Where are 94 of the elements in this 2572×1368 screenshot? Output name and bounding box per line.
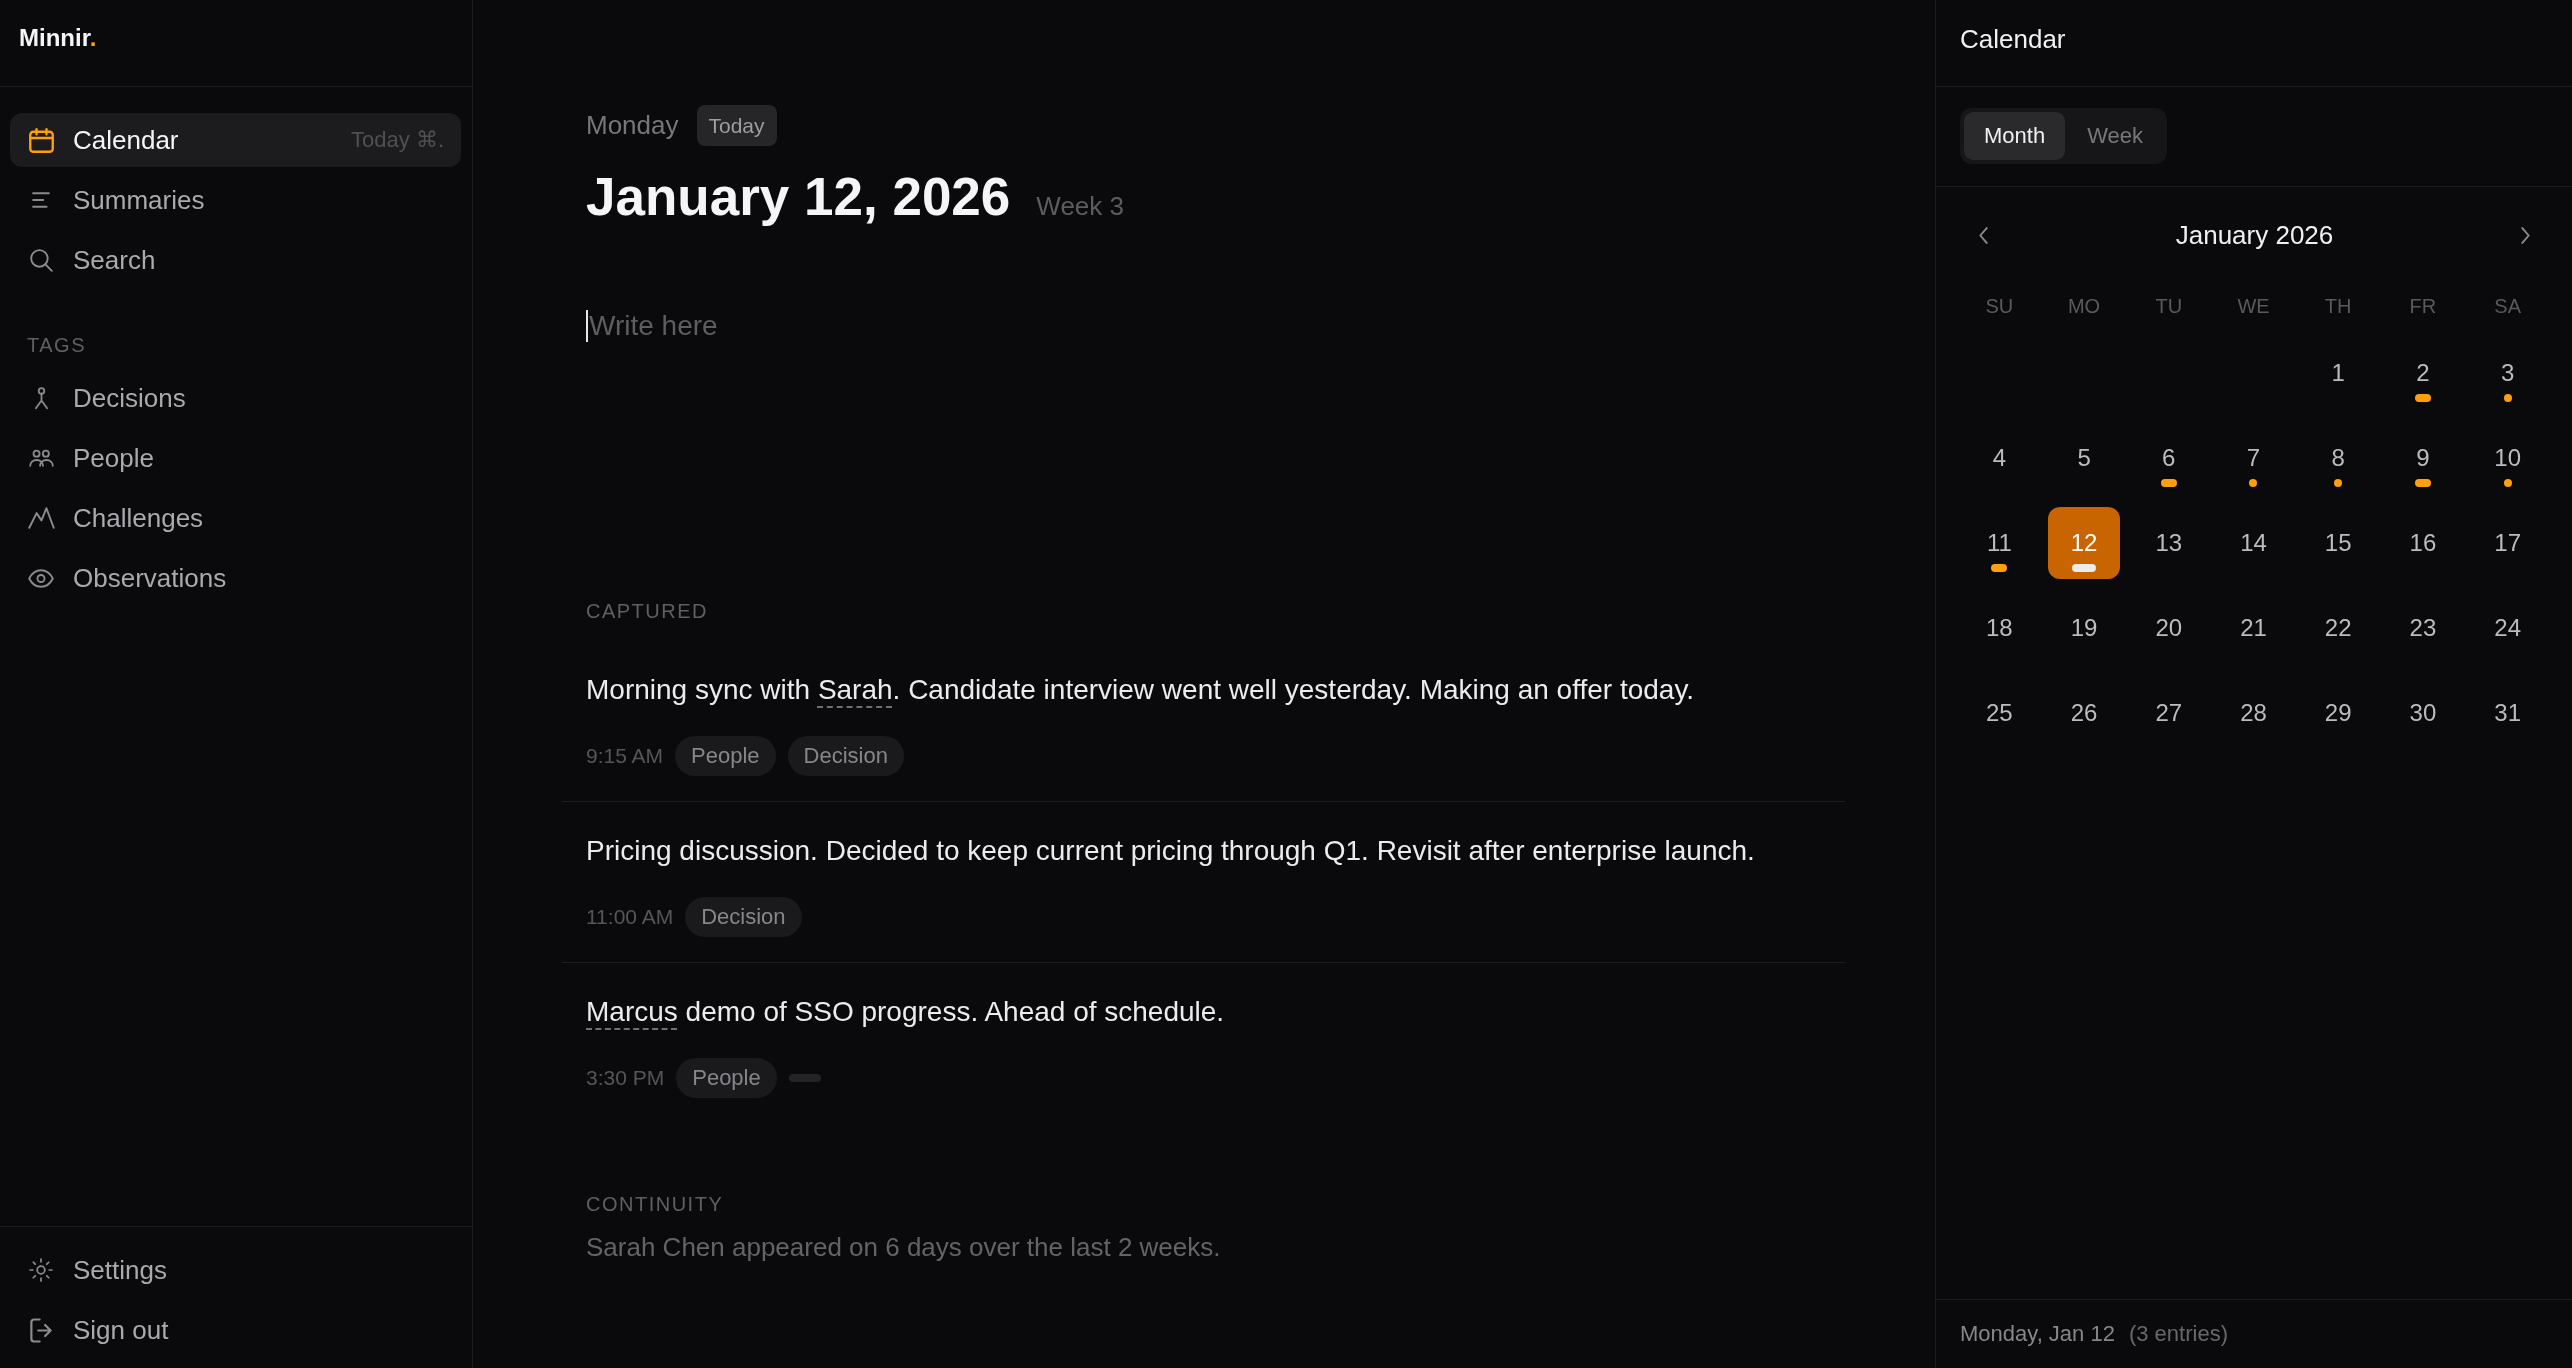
calendar-day[interactable]: 20	[2132, 592, 2205, 664]
calendar-day[interactable]: 29	[2302, 677, 2375, 749]
calendar-day[interactable]: 27	[2132, 677, 2205, 749]
sidebar-item[interactable]: Challenges	[10, 491, 461, 545]
weekday-label: FR	[2408, 294, 2438, 319]
calendar-day[interactable]: 7	[2217, 422, 2290, 494]
person-mention[interactable]: Marcus	[586, 996, 678, 1027]
calendar-day[interactable]: 31	[2471, 677, 2544, 749]
weekday-label: SU	[1984, 294, 2015, 319]
section-heading: TAGS	[27, 333, 86, 357]
calendar-day[interactable]: 8	[2302, 422, 2375, 494]
calendar-day[interactable]: 15	[2302, 507, 2375, 579]
person-mention[interactable]: Sarah	[817, 674, 893, 705]
calendar-day[interactable]: 14	[2217, 507, 2290, 579]
entry-bar-icon	[2414, 394, 2431, 402]
tag-chip[interactable]: Decision	[685, 897, 802, 937]
entry-bar-icon	[2160, 479, 2177, 487]
fork-icon	[33, 386, 49, 410]
section-heading: CONTINUITY	[585, 1192, 725, 1217]
weekday-label: TH	[2323, 294, 2353, 319]
sidebar-item[interactable]: Summaries	[10, 173, 461, 227]
entry-count: (3 entries)	[2128, 1321, 2228, 1347]
note-input-field[interactable]: Write here	[586, 306, 1845, 350]
calendar-day[interactable]: 4	[1963, 422, 2036, 494]
month-label: January 2026	[2175, 219, 2334, 251]
weekday-label: WE	[2236, 294, 2271, 319]
weekday-label: Monday	[586, 110, 679, 141]
tag-chip[interactable]: Decision	[787, 736, 904, 776]
entry-time: 11:00 AM	[586, 905, 674, 929]
calendar-day[interactable]: 1	[2302, 337, 2375, 409]
search-icon	[29, 248, 53, 272]
people-icon	[28, 449, 54, 467]
tag-chip[interactable]: People	[675, 736, 776, 776]
calendar-day[interactable]: 23	[2386, 592, 2459, 664]
app-logo: Minnir.	[19, 24, 97, 52]
entry-text: Marcus demo of SSO progress. Ahead of schedule.	[586, 995, 1226, 1029]
calendar-day[interactable]: 13	[2132, 507, 2205, 579]
entry-time: 9:15 AM	[586, 744, 664, 768]
text-lines-icon	[32, 192, 50, 208]
week-label: Week 3	[1036, 191, 1124, 222]
calendar-day[interactable]: 3	[2471, 337, 2544, 409]
entry-dot-icon	[2249, 479, 2258, 487]
calendar-day[interactable]: 2	[2386, 337, 2459, 409]
entry-dot-icon	[2334, 479, 2343, 487]
calendar-day[interactable]: 6	[2132, 422, 2205, 494]
section-heading: CAPTURED	[585, 599, 709, 624]
calendar-day[interactable]: 5	[2048, 422, 2121, 494]
date-heading: January 12, 2026	[586, 166, 1011, 228]
chevron-left-icon[interactable]	[1979, 226, 1988, 244]
entry-time: 3:30 PM	[586, 1066, 665, 1090]
calendar-day[interactable]: 11	[1963, 507, 2036, 579]
calendar-icon	[28, 127, 54, 153]
entry-text: Morning sync with Sarah. Candidate interview went well yesterday. Making an offer today.	[586, 673, 1696, 707]
calendar-day[interactable]: 21	[2217, 592, 2290, 664]
calendar-day[interactable]: 18	[1963, 592, 2036, 664]
calendar-day[interactable]: 22	[2302, 592, 2375, 664]
selected-date: Monday, Jan 12	[1960, 1321, 2115, 1347]
entry-bar-icon	[2414, 479, 2431, 487]
calendar-day[interactable]: 24	[2471, 592, 2544, 664]
continuity-text: Sarah Chen appeared on 6 days over the last 2 weeks.	[586, 1231, 1221, 1263]
entry-dot-icon	[2503, 394, 2512, 402]
weekday-label: MO	[2066, 294, 2102, 319]
settings-icon	[29, 1258, 53, 1282]
entry-dot-icon	[2503, 479, 2512, 487]
panel-title: Calendar	[1960, 23, 2066, 55]
calendar-day[interactable]: 28	[2217, 677, 2290, 749]
entry-text: Pricing discussion. Decided to keep current pricing through Q1. Revisit after enterprise launch.	[586, 834, 1756, 868]
sign-out-icon	[30, 1317, 52, 1343]
tag-chip[interactable]: People	[676, 1058, 777, 1098]
sidebar-item[interactable]: Sign out	[10, 1303, 461, 1357]
today-badge: Today	[696, 105, 777, 146]
calendar-day[interactable]: 30	[2386, 677, 2459, 749]
calendar-day[interactable]: 9	[2386, 422, 2459, 494]
calendar-day[interactable]: 19	[2048, 592, 2121, 664]
view-tab[interactable]: Month	[1964, 112, 2066, 160]
sidebar-item[interactable]: Settings	[10, 1243, 461, 1297]
mountain-icon	[27, 507, 55, 529]
sidebar-item[interactable]: Observations	[10, 551, 461, 605]
calendar-day[interactable]: 10	[2471, 422, 2544, 494]
weekday-label: SA	[2493, 294, 2522, 319]
chevron-right-icon[interactable]	[2521, 226, 2530, 244]
sidebar-item[interactable]: Search	[10, 233, 461, 287]
calendar-day[interactable]: 26	[2048, 677, 2121, 749]
calendar-day[interactable]: 25	[1963, 677, 2036, 749]
calendar-day[interactable]: 16	[2386, 507, 2459, 579]
weekday-label: TU	[2154, 294, 2184, 319]
eye-icon	[28, 568, 54, 588]
sidebar-item[interactable]: Decisions	[10, 371, 461, 425]
entry-bar-icon	[1991, 564, 2008, 572]
view-tab[interactable]: Week	[2067, 112, 2163, 160]
sidebar-item[interactable]: People	[10, 431, 461, 485]
calendar-day[interactable]: 12	[2048, 507, 2121, 579]
calendar-day[interactable]: 17	[2471, 507, 2544, 579]
entry-bar-icon	[2072, 564, 2097, 572]
